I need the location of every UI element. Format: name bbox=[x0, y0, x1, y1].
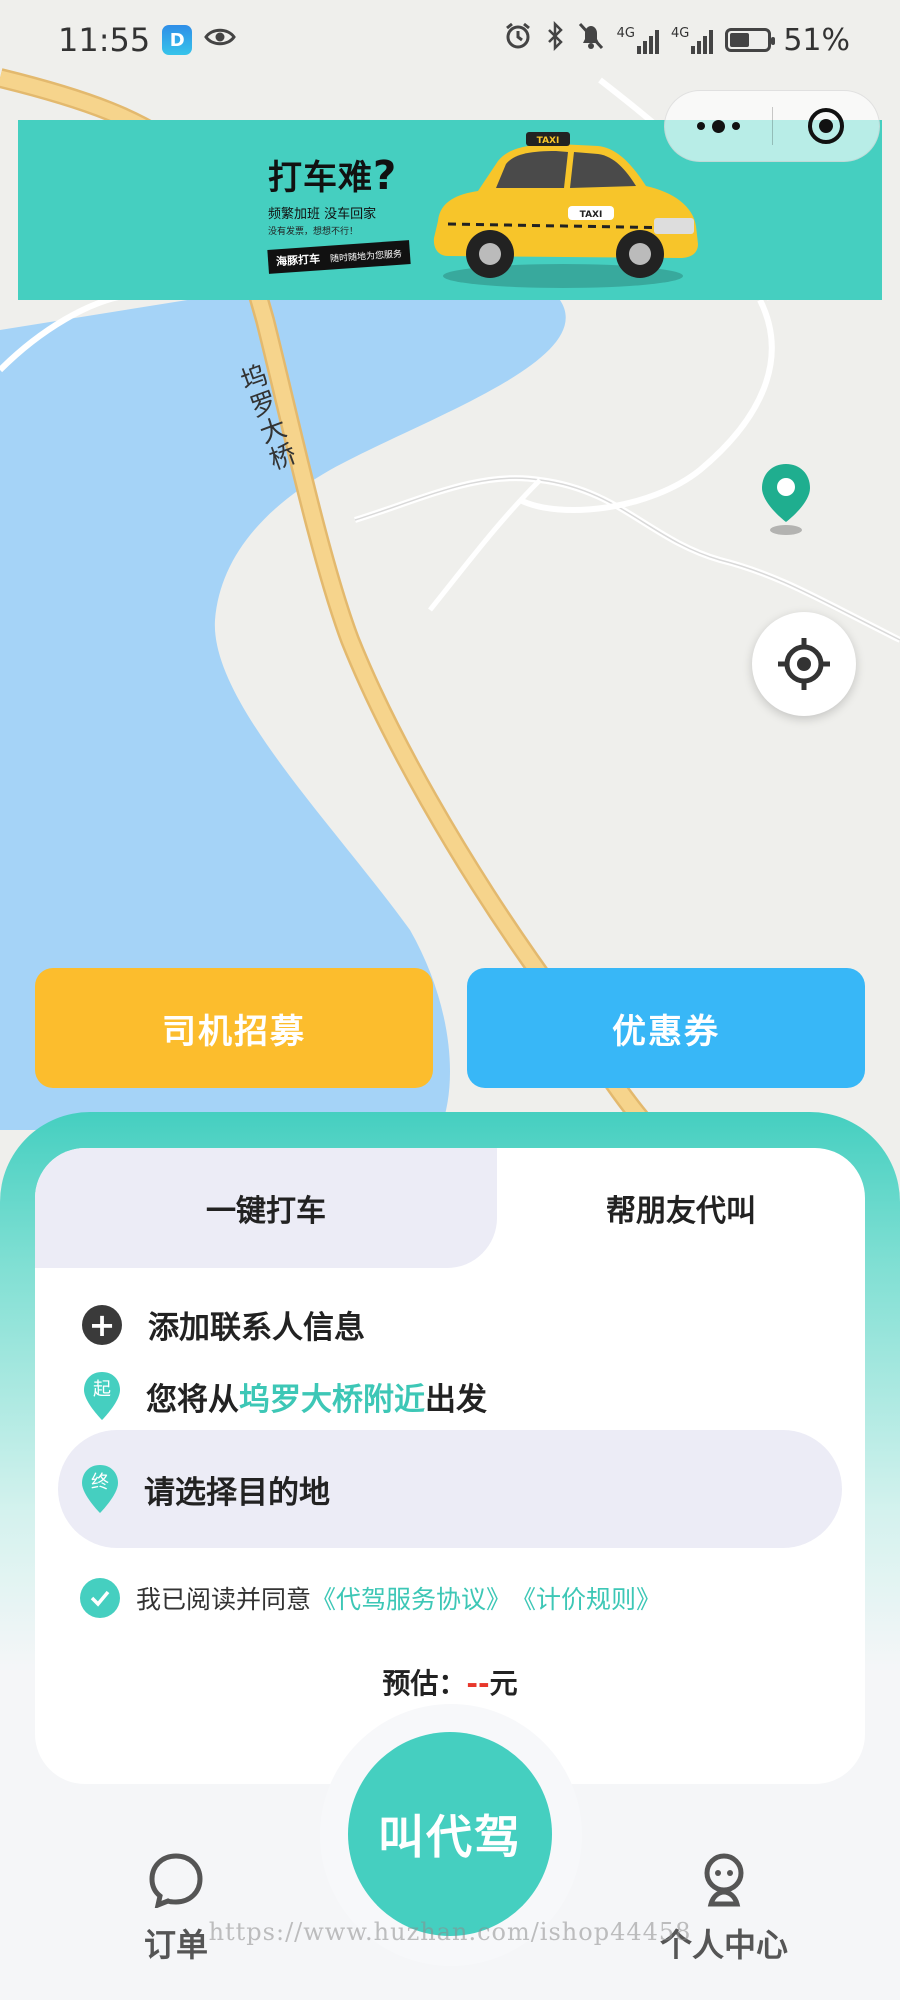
checkbox-checked-icon[interactable] bbox=[80, 1578, 120, 1618]
chat-bubble-icon bbox=[149, 1853, 203, 1908]
status-left: 11:55 D bbox=[58, 21, 237, 59]
signal-1-icon: 4G bbox=[617, 26, 659, 54]
coupon-button[interactable]: 优惠券 bbox=[467, 968, 865, 1088]
destination-input[interactable]: 终 请选择目的地 bbox=[58, 1430, 842, 1548]
mute-bell-icon bbox=[577, 21, 605, 59]
start-suffix: 出发 bbox=[425, 1381, 487, 1418]
call-driver-button[interactable]: 叫代驾 bbox=[348, 1732, 552, 1936]
crosshair-icon[interactable] bbox=[752, 612, 856, 716]
estimate-value: -- bbox=[466, 1667, 490, 1700]
add-contact-label: 添加联系人信息 bbox=[148, 1310, 365, 1346]
tab-one-tap[interactable]: 一键打车 bbox=[35, 1148, 497, 1268]
battery-level bbox=[730, 33, 749, 47]
app-notification-icon: D bbox=[162, 25, 193, 55]
battery-icon bbox=[725, 28, 776, 52]
clock: 11:55 bbox=[58, 21, 151, 59]
status-right: 4G 4G 51% bbox=[503, 20, 850, 59]
price-estimate: 预估：--元 bbox=[0, 1662, 900, 1702]
location-pin-icon[interactable] bbox=[758, 462, 814, 540]
target-ring-icon[interactable] bbox=[772, 90, 879, 162]
alarm-icon bbox=[503, 21, 533, 59]
start-place[interactable]: 坞罗大桥附近 bbox=[239, 1374, 425, 1419]
start-pin-icon: 起 bbox=[82, 1370, 122, 1422]
driver-recruit-button[interactable]: 司机招募 bbox=[35, 968, 433, 1088]
user-avatar-icon bbox=[704, 1853, 744, 1907]
eye-icon bbox=[204, 25, 237, 55]
banner-tag-sub: 随时随地为您服务 bbox=[329, 249, 403, 265]
nav-profile[interactable]: 个人中心 bbox=[644, 1852, 804, 1966]
tab-for-friend[interactable]: 帮朋友代叫 bbox=[497, 1148, 865, 1268]
nav-orders[interactable]: 订单 bbox=[96, 1852, 256, 1966]
network-type-1: 4G bbox=[616, 26, 635, 41]
banner-tag: 海豚打车 随时随地为您服务 bbox=[267, 240, 411, 274]
start-location-row[interactable]: 起 您将从 坞罗大桥附近 出发 bbox=[82, 1370, 487, 1422]
banner-text: 打车难? 频繁加班 没车回家 没有发票，想想不行！ 海豚打车 随时随地为您服务 bbox=[267, 150, 411, 274]
signal-2-icon: 4G bbox=[670, 26, 714, 54]
banner-subtitle: 频繁加班 没车回家 bbox=[268, 207, 377, 222]
end-badge: 终 bbox=[91, 1472, 109, 1493]
status-bar: 11:55 D 4G 4G 51% bbox=[0, 0, 900, 80]
pricing-rules-link[interactable]: 《计价规则》 bbox=[511, 1580, 661, 1616]
start-badge: 起 bbox=[93, 1379, 111, 1400]
plus-icon: + bbox=[82, 1304, 122, 1345]
add-contact-row[interactable]: + 添加联系人信息 bbox=[82, 1302, 365, 1347]
svg-text:TAXI: TAXI bbox=[537, 136, 560, 146]
banner-tag-brand: 海豚打车 bbox=[275, 252, 321, 269]
agreement-prefix: 我已阅读并同意 bbox=[136, 1585, 312, 1614]
battery-percent: 51% bbox=[783, 22, 850, 58]
banner-title: 打车难? bbox=[268, 153, 398, 199]
destination-placeholder: 请选择目的地 bbox=[144, 1474, 330, 1511]
banner-title-text: 打车难 bbox=[268, 158, 373, 198]
service-agreement-link[interactable]: 《代驾服务协议》 bbox=[311, 1580, 511, 1616]
taxi-sign: TAXI bbox=[580, 210, 603, 220]
miniprogram-capsule bbox=[664, 90, 880, 162]
estimate-unit: 元 bbox=[489, 1667, 518, 1700]
watermark: https://www.huzhan.com/ishop44458 bbox=[208, 1918, 692, 1946]
more-dots-icon[interactable] bbox=[665, 90, 772, 162]
network-type-2: 4G bbox=[670, 26, 690, 41]
estimate-label: 预估： bbox=[382, 1667, 467, 1700]
agreement-row: 我已阅读并同意 《代驾服务协议》 《计价规则》 bbox=[80, 1578, 661, 1618]
end-pin-icon: 终 bbox=[80, 1463, 120, 1515]
bluetooth-icon bbox=[545, 20, 565, 59]
banner-subtitle-2: 没有发票，想想不行！ bbox=[268, 227, 359, 237]
start-prefix: 您将从 bbox=[146, 1381, 239, 1418]
